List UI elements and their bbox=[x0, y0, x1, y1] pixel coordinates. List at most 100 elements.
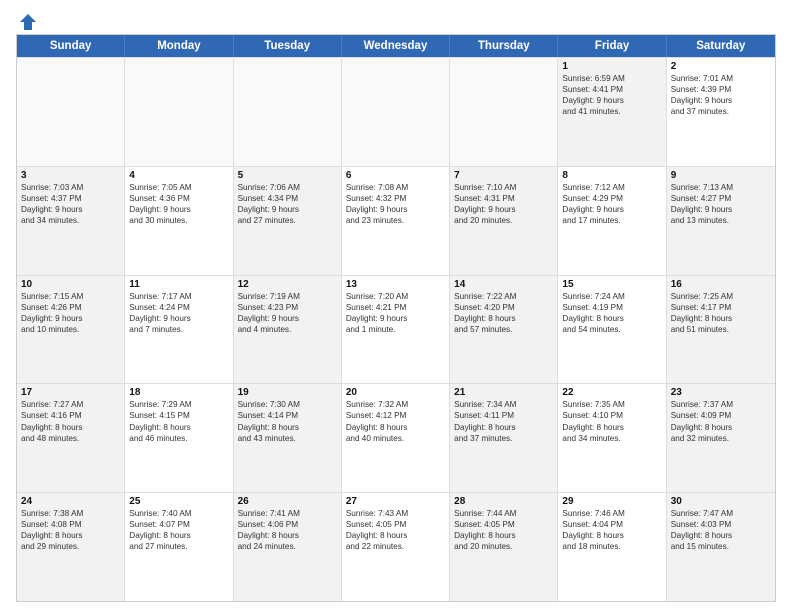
day-number: 20 bbox=[346, 387, 445, 398]
calendar-cell-day-9: 9Sunrise: 7:13 AM Sunset: 4:27 PM Daylig… bbox=[667, 167, 775, 275]
calendar-cell-day-25: 25Sunrise: 7:40 AM Sunset: 4:07 PM Dayli… bbox=[125, 493, 233, 601]
calendar-cell-day-27: 27Sunrise: 7:43 AM Sunset: 4:05 PM Dayli… bbox=[342, 493, 450, 601]
cell-info-text: Sunrise: 7:24 AM Sunset: 4:19 PM Dayligh… bbox=[562, 291, 661, 335]
logo bbox=[16, 12, 38, 28]
calendar-cell-empty bbox=[234, 58, 342, 166]
cell-info-text: Sunrise: 7:30 AM Sunset: 4:14 PM Dayligh… bbox=[238, 399, 337, 443]
calendar-cell-day-6: 6Sunrise: 7:08 AM Sunset: 4:32 PM Daylig… bbox=[342, 167, 450, 275]
calendar-cell-empty bbox=[342, 58, 450, 166]
calendar-cell-day-8: 8Sunrise: 7:12 AM Sunset: 4:29 PM Daylig… bbox=[558, 167, 666, 275]
cell-info-text: Sunrise: 7:25 AM Sunset: 4:17 PM Dayligh… bbox=[671, 291, 771, 335]
cell-info-text: Sunrise: 7:05 AM Sunset: 4:36 PM Dayligh… bbox=[129, 182, 228, 226]
calendar-cell-day-21: 21Sunrise: 7:34 AM Sunset: 4:11 PM Dayli… bbox=[450, 384, 558, 492]
calendar-cell-day-24: 24Sunrise: 7:38 AM Sunset: 4:08 PM Dayli… bbox=[17, 493, 125, 601]
calendar-row-4: 17Sunrise: 7:27 AM Sunset: 4:16 PM Dayli… bbox=[17, 383, 775, 492]
calendar-row-3: 10Sunrise: 7:15 AM Sunset: 4:26 PM Dayli… bbox=[17, 275, 775, 384]
cell-info-text: Sunrise: 7:06 AM Sunset: 4:34 PM Dayligh… bbox=[238, 182, 337, 226]
day-number: 28 bbox=[454, 496, 553, 507]
cell-info-text: Sunrise: 7:03 AM Sunset: 4:37 PM Dayligh… bbox=[21, 182, 120, 226]
day-number: 4 bbox=[129, 170, 228, 181]
calendar-cell-day-18: 18Sunrise: 7:29 AM Sunset: 4:15 PM Dayli… bbox=[125, 384, 233, 492]
cell-info-text: Sunrise: 7:44 AM Sunset: 4:05 PM Dayligh… bbox=[454, 508, 553, 552]
day-number: 1 bbox=[562, 61, 661, 72]
calendar-cell-day-26: 26Sunrise: 7:41 AM Sunset: 4:06 PM Dayli… bbox=[234, 493, 342, 601]
calendar-cell-day-12: 12Sunrise: 7:19 AM Sunset: 4:23 PM Dayli… bbox=[234, 276, 342, 384]
calendar-cell-day-4: 4Sunrise: 7:05 AM Sunset: 4:36 PM Daylig… bbox=[125, 167, 233, 275]
calendar-cell-day-13: 13Sunrise: 7:20 AM Sunset: 4:21 PM Dayli… bbox=[342, 276, 450, 384]
day-number: 16 bbox=[671, 279, 771, 290]
header-day-tuesday: Tuesday bbox=[234, 35, 342, 57]
calendar: SundayMondayTuesdayWednesdayThursdayFrid… bbox=[16, 34, 776, 602]
cell-info-text: Sunrise: 7:12 AM Sunset: 4:29 PM Dayligh… bbox=[562, 182, 661, 226]
calendar-cell-day-3: 3Sunrise: 7:03 AM Sunset: 4:37 PM Daylig… bbox=[17, 167, 125, 275]
header-day-friday: Friday bbox=[558, 35, 666, 57]
header-day-wednesday: Wednesday bbox=[342, 35, 450, 57]
day-number: 12 bbox=[238, 279, 337, 290]
calendar-row-1: 1Sunrise: 6:59 AM Sunset: 4:41 PM Daylig… bbox=[17, 57, 775, 166]
day-number: 29 bbox=[562, 496, 661, 507]
calendar-cell-day-7: 7Sunrise: 7:10 AM Sunset: 4:31 PM Daylig… bbox=[450, 167, 558, 275]
day-number: 11 bbox=[129, 279, 228, 290]
calendar-cell-day-23: 23Sunrise: 7:37 AM Sunset: 4:09 PM Dayli… bbox=[667, 384, 775, 492]
calendar-cell-empty bbox=[17, 58, 125, 166]
calendar-cell-day-17: 17Sunrise: 7:27 AM Sunset: 4:16 PM Dayli… bbox=[17, 384, 125, 492]
day-number: 18 bbox=[129, 387, 228, 398]
day-number: 23 bbox=[671, 387, 771, 398]
day-number: 26 bbox=[238, 496, 337, 507]
day-number: 15 bbox=[562, 279, 661, 290]
cell-info-text: Sunrise: 7:29 AM Sunset: 4:15 PM Dayligh… bbox=[129, 399, 228, 443]
day-number: 10 bbox=[21, 279, 120, 290]
day-number: 17 bbox=[21, 387, 120, 398]
cell-info-text: Sunrise: 7:35 AM Sunset: 4:10 PM Dayligh… bbox=[562, 399, 661, 443]
calendar-cell-day-14: 14Sunrise: 7:22 AM Sunset: 4:20 PM Dayli… bbox=[450, 276, 558, 384]
cell-info-text: Sunrise: 7:41 AM Sunset: 4:06 PM Dayligh… bbox=[238, 508, 337, 552]
header-day-thursday: Thursday bbox=[450, 35, 558, 57]
day-number: 22 bbox=[562, 387, 661, 398]
cell-info-text: Sunrise: 7:43 AM Sunset: 4:05 PM Dayligh… bbox=[346, 508, 445, 552]
calendar-cell-day-20: 20Sunrise: 7:32 AM Sunset: 4:12 PM Dayli… bbox=[342, 384, 450, 492]
day-number: 30 bbox=[671, 496, 771, 507]
cell-info-text: Sunrise: 7:40 AM Sunset: 4:07 PM Dayligh… bbox=[129, 508, 228, 552]
header-day-saturday: Saturday bbox=[667, 35, 775, 57]
day-number: 5 bbox=[238, 170, 337, 181]
header-day-monday: Monday bbox=[125, 35, 233, 57]
day-number: 13 bbox=[346, 279, 445, 290]
cell-info-text: Sunrise: 7:17 AM Sunset: 4:24 PM Dayligh… bbox=[129, 291, 228, 335]
cell-info-text: Sunrise: 7:34 AM Sunset: 4:11 PM Dayligh… bbox=[454, 399, 553, 443]
day-number: 9 bbox=[671, 170, 771, 181]
day-number: 3 bbox=[21, 170, 120, 181]
calendar-cell-day-5: 5Sunrise: 7:06 AM Sunset: 4:34 PM Daylig… bbox=[234, 167, 342, 275]
cell-info-text: Sunrise: 7:10 AM Sunset: 4:31 PM Dayligh… bbox=[454, 182, 553, 226]
calendar-header: SundayMondayTuesdayWednesdayThursdayFrid… bbox=[17, 35, 775, 57]
calendar-cell-day-22: 22Sunrise: 7:35 AM Sunset: 4:10 PM Dayli… bbox=[558, 384, 666, 492]
calendar-cell-day-11: 11Sunrise: 7:17 AM Sunset: 4:24 PM Dayli… bbox=[125, 276, 233, 384]
cell-info-text: Sunrise: 7:47 AM Sunset: 4:03 PM Dayligh… bbox=[671, 508, 771, 552]
cell-info-text: Sunrise: 7:32 AM Sunset: 4:12 PM Dayligh… bbox=[346, 399, 445, 443]
calendar-cell-day-1: 1Sunrise: 6:59 AM Sunset: 4:41 PM Daylig… bbox=[558, 58, 666, 166]
calendar-cell-day-29: 29Sunrise: 7:46 AM Sunset: 4:04 PM Dayli… bbox=[558, 493, 666, 601]
cell-info-text: Sunrise: 7:22 AM Sunset: 4:20 PM Dayligh… bbox=[454, 291, 553, 335]
cell-info-text: Sunrise: 7:37 AM Sunset: 4:09 PM Dayligh… bbox=[671, 399, 771, 443]
calendar-cell-day-15: 15Sunrise: 7:24 AM Sunset: 4:19 PM Dayli… bbox=[558, 276, 666, 384]
day-number: 2 bbox=[671, 61, 771, 72]
day-number: 27 bbox=[346, 496, 445, 507]
cell-info-text: Sunrise: 7:08 AM Sunset: 4:32 PM Dayligh… bbox=[346, 182, 445, 226]
calendar-cell-day-30: 30Sunrise: 7:47 AM Sunset: 4:03 PM Dayli… bbox=[667, 493, 775, 601]
day-number: 25 bbox=[129, 496, 228, 507]
page-header bbox=[16, 12, 776, 28]
calendar-cell-day-28: 28Sunrise: 7:44 AM Sunset: 4:05 PM Dayli… bbox=[450, 493, 558, 601]
header-day-sunday: Sunday bbox=[17, 35, 125, 57]
calendar-cell-day-19: 19Sunrise: 7:30 AM Sunset: 4:14 PM Dayli… bbox=[234, 384, 342, 492]
day-number: 19 bbox=[238, 387, 337, 398]
day-number: 14 bbox=[454, 279, 553, 290]
calendar-cell-day-2: 2Sunrise: 7:01 AM Sunset: 4:39 PM Daylig… bbox=[667, 58, 775, 166]
calendar-cell-day-16: 16Sunrise: 7:25 AM Sunset: 4:17 PM Dayli… bbox=[667, 276, 775, 384]
logo-icon bbox=[18, 12, 38, 32]
cell-info-text: Sunrise: 7:13 AM Sunset: 4:27 PM Dayligh… bbox=[671, 182, 771, 226]
calendar-row-2: 3Sunrise: 7:03 AM Sunset: 4:37 PM Daylig… bbox=[17, 166, 775, 275]
cell-info-text: Sunrise: 7:20 AM Sunset: 4:21 PM Dayligh… bbox=[346, 291, 445, 335]
day-number: 24 bbox=[21, 496, 120, 507]
cell-info-text: Sunrise: 7:19 AM Sunset: 4:23 PM Dayligh… bbox=[238, 291, 337, 335]
calendar-row-5: 24Sunrise: 7:38 AM Sunset: 4:08 PM Dayli… bbox=[17, 492, 775, 601]
cell-info-text: Sunrise: 6:59 AM Sunset: 4:41 PM Dayligh… bbox=[562, 73, 661, 117]
